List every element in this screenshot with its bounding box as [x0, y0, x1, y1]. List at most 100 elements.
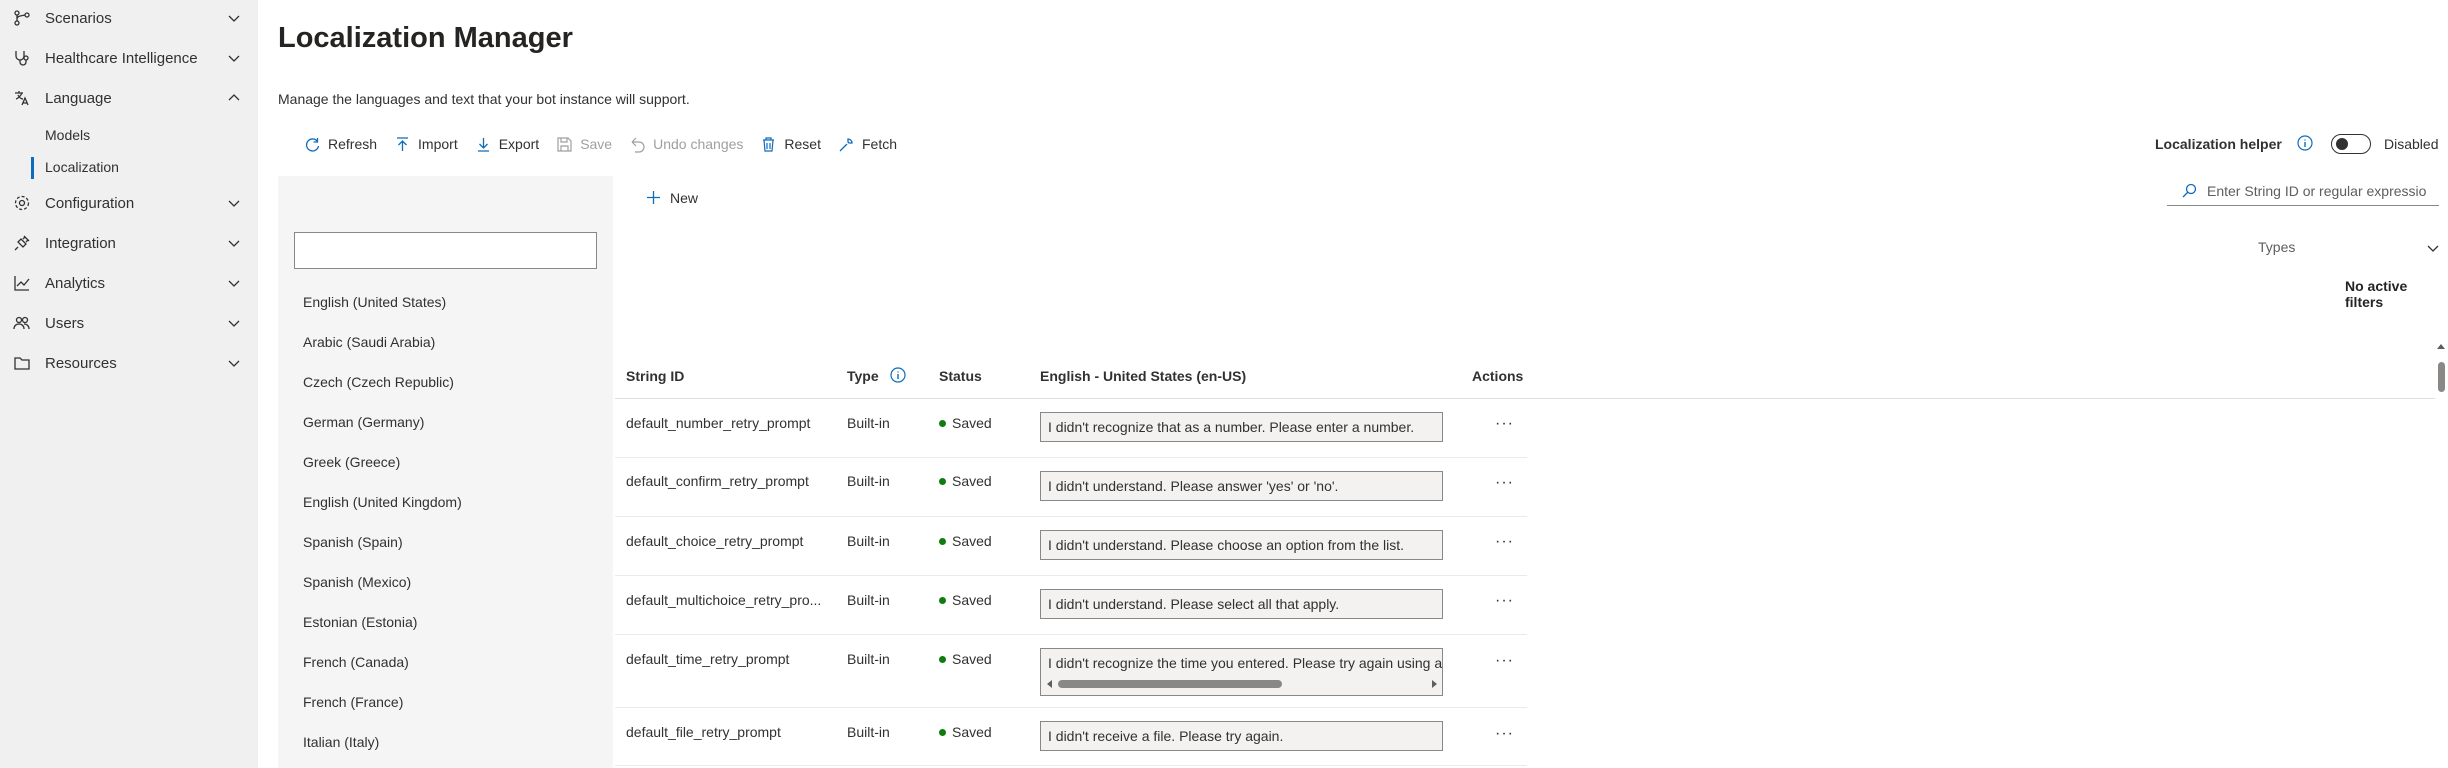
saved-status-dot	[939, 537, 946, 545]
nav-item-integration[interactable]: Integration	[0, 223, 258, 263]
refresh-button[interactable]: Refresh	[304, 136, 377, 153]
chevron-down-icon[interactable]	[2425, 240, 2441, 256]
toggle-knob	[2336, 138, 2348, 150]
undo-icon	[631, 137, 645, 153]
string-id-cell: default_multichoice_retry_pro...	[626, 592, 822, 608]
nav-label: Integration	[45, 234, 116, 252]
row-actions-button[interactable]: ···	[1495, 415, 1514, 433]
info-icon[interactable]	[2296, 134, 2314, 152]
nav-label: Language	[45, 89, 112, 107]
string-id-cell: default_file_retry_prompt	[626, 724, 781, 740]
type-cell: Built-in	[847, 473, 890, 489]
language-item[interactable]: Spanish (Mexico)	[303, 574, 411, 590]
save-button[interactable]: Save	[556, 136, 612, 153]
translation-input[interactable]: I didn't understand. Please select all t…	[1040, 589, 1443, 619]
nav-item-analytics[interactable]: Analytics	[0, 263, 258, 303]
language-item[interactable]: Czech (Czech Republic)	[303, 374, 454, 390]
row-divider	[615, 575, 1527, 576]
nav-item-resources[interactable]: Resources	[0, 343, 258, 383]
download-icon	[477, 137, 489, 152]
language-item[interactable]: French (Canada)	[303, 654, 409, 670]
reset-button[interactable]: Reset	[760, 136, 821, 153]
import-button[interactable]: Import	[394, 136, 458, 153]
localization-helper-toggle[interactable]	[2331, 134, 2371, 154]
row-actions-button[interactable]: ···	[1495, 474, 1514, 492]
language-search-input[interactable]	[294, 232, 597, 269]
row-actions-button[interactable]: ···	[1495, 592, 1514, 610]
horizontal-scrollbar[interactable]	[1046, 679, 1438, 689]
string-id-cell: default_time_retry_prompt	[626, 651, 790, 667]
string-id-cell: default_choice_retry_prompt	[626, 533, 804, 549]
plus-icon	[647, 191, 660, 204]
nav-label: Resources	[45, 354, 117, 372]
types-filter-label[interactable]: Types	[2258, 239, 2295, 255]
undo-changes-button[interactable]: Undo changes	[629, 136, 743, 153]
language-item[interactable]: English (United Kingdom)	[303, 494, 462, 510]
search-icon	[2182, 183, 2197, 197]
chevron-down-icon[interactable]	[226, 50, 242, 66]
type-cell: Built-in	[847, 592, 890, 608]
translation-input[interactable]: I didn't understand. Please choose an op…	[1040, 530, 1443, 560]
toggle-state-label: Disabled	[2384, 136, 2439, 152]
nav-item-healthcare-intelligence[interactable]: Healthcare Intelligence	[0, 38, 258, 78]
language-item[interactable]: German (Germany)	[303, 414, 424, 430]
nav-sub-localization[interactable]: Localization	[45, 159, 119, 175]
translation-input[interactable]: I didn't understand. Please answer 'yes'…	[1040, 471, 1443, 501]
nav-label: Healthcare Intelligence	[45, 49, 198, 67]
string-search-input[interactable]	[2207, 182, 2427, 199]
localization-helper-label: Localization helper	[2155, 136, 2282, 152]
column-header-english[interactable]: English - United States (en-US)	[1040, 368, 1246, 384]
language-item[interactable]: Arabic (Saudi Arabia)	[303, 334, 435, 350]
nav-item-users[interactable]: Users	[0, 303, 258, 343]
nav-item-language[interactable]: Language	[0, 78, 258, 118]
chevron-up-icon[interactable]	[226, 90, 242, 106]
header-divider	[615, 398, 2435, 399]
status-cell: Saved	[939, 415, 992, 431]
chevron-down-icon[interactable]	[226, 235, 242, 251]
fetch-button[interactable]: Fetch	[838, 136, 897, 153]
save-label: Save	[580, 136, 613, 152]
language-item[interactable]: Greek (Greece)	[303, 454, 400, 470]
export-button[interactable]: Export	[475, 136, 539, 153]
language-item[interactable]: Italian (Italy)	[303, 734, 379, 750]
status-text: Saved	[952, 724, 992, 740]
language-item[interactable]: Spanish (Spain)	[303, 534, 403, 550]
chevron-down-icon[interactable]	[226, 195, 242, 211]
nav-sub-models[interactable]: Models	[45, 127, 90, 143]
string-id-cell: default_confirm_retry_prompt	[626, 473, 809, 489]
row-actions-button[interactable]: ···	[1495, 652, 1514, 670]
status-cell: Saved	[939, 592, 992, 608]
active-filters-text: No active filters	[2345, 278, 2408, 310]
column-header-type[interactable]: Type	[847, 368, 879, 384]
language-item[interactable]: Estonian (Estonia)	[303, 614, 417, 630]
chevron-down-icon[interactable]	[226, 275, 242, 291]
type-cell: Built-in	[847, 533, 890, 549]
status-text: Saved	[952, 533, 992, 549]
scenarios-icon	[14, 10, 30, 26]
chevron-down-icon[interactable]	[226, 315, 242, 331]
upload-icon	[397, 136, 409, 151]
vertical-scrollbar[interactable]	[2436, 344, 2446, 768]
saved-status-dot	[939, 728, 946, 736]
saved-status-dot	[939, 655, 946, 663]
translation-input[interactable]: I didn't recognize that as a number. Ple…	[1040, 412, 1443, 442]
wrench-icon	[839, 137, 853, 151]
chevron-down-icon[interactable]	[226, 10, 242, 26]
nav-item-configuration[interactable]: Configuration	[0, 183, 258, 223]
status-text: Saved	[952, 415, 992, 431]
reset-label: Reset	[784, 136, 821, 152]
analytics-icon	[14, 276, 30, 291]
info-icon[interactable]	[889, 366, 907, 384]
row-actions-button[interactable]: ···	[1495, 725, 1514, 743]
column-header-status[interactable]: Status	[939, 368, 982, 384]
column-header-string-id[interactable]: String ID	[626, 368, 684, 384]
page-title: Localization Manager	[278, 22, 573, 54]
row-actions-button[interactable]: ···	[1495, 533, 1514, 551]
chevron-down-icon[interactable]	[226, 355, 242, 371]
vertical-scrollbar-thumb[interactable]	[2438, 362, 2445, 392]
nav-item-scenarios[interactable]: Scenarios	[0, 0, 258, 38]
translation-input[interactable]: I didn't receive a file. Please try agai…	[1040, 721, 1443, 751]
language-item[interactable]: French (France)	[303, 694, 403, 710]
language-item[interactable]: English (United States)	[303, 294, 446, 310]
new-string-button[interactable]: New	[645, 189, 698, 206]
